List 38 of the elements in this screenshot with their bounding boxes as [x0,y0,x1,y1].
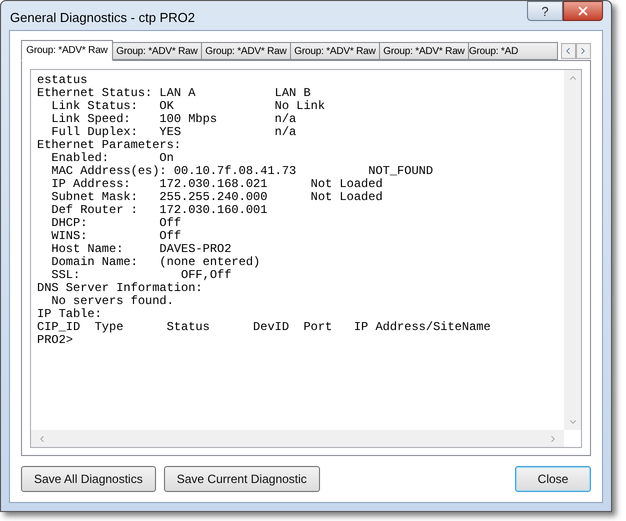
console-line: IP Table: [37,308,102,321]
console-line: SSL: OFF,Off [50,269,232,282]
console-line: Ethernet Status: LAN A LAN B [37,87,311,100]
dialog-button[interactable]: Save Current Diagnostic [164,466,320,492]
tab[interactable]: Group: *ADV* Raw [112,42,202,60]
help-button[interactable]: ? [527,1,563,21]
horizontal-scrollbar[interactable] [31,430,564,447]
console-line: Link Speed: 100 Mbps n/a [50,113,296,126]
tab[interactable]: Group: *AD [468,42,558,60]
tab[interactable]: Group: *ADV* Raw [378,42,469,60]
console-line: Full Duplex: YES n/a [50,126,296,139]
console-line: Domain Name: (none entered) [50,256,260,269]
console-line: estatus [37,74,88,87]
console-line: Enabled: On [50,152,174,165]
close-button[interactable] [563,1,603,21]
console-line: Subnet Mask: 255.255.240.000 Not Loaded [50,191,383,204]
console-line: Ethernet Parameters: [37,139,182,152]
console-line: WINS: Off [50,230,182,243]
console-line: Link Status: OK No Link [50,100,326,113]
console-line: Host Name: DAVES-PRO2 [50,243,232,256]
vertical-scrollbar[interactable] [564,70,581,430]
console-line: DHCP: Off [50,217,182,230]
console-line: IP Address: 172.030.168.021 Not Loaded [50,178,383,191]
dialog-button[interactable]: Save All Diagnostics [21,466,156,492]
tab[interactable]: Group: *ADV* Raw [290,42,380,60]
default-button[interactable]: Close [515,466,591,492]
console-line: Def Router : 172.030.160.001 [50,204,268,217]
tab-scroll-left-button[interactable] [560,43,576,59]
console-line: CIP_ID Type Status DevID Port IP Address/SiteName [37,321,491,334]
console-line: No servers found. [50,295,174,308]
tab[interactable]: Group: *ADV* Raw [200,42,291,60]
tab[interactable]: Group: *ADV* Raw [21,40,113,61]
tab-scroll-right-button[interactable] [576,43,591,59]
close-icon [576,4,590,18]
console-line: PRO2> [37,334,74,347]
console-line: DNS Server Information: [37,282,203,295]
console-line: MAC Address(es): 00.10.7f.08.41.73 NOT_FOUND [50,165,434,178]
window-title: General Diagnostics - ctp PRO2 [10,9,195,27]
